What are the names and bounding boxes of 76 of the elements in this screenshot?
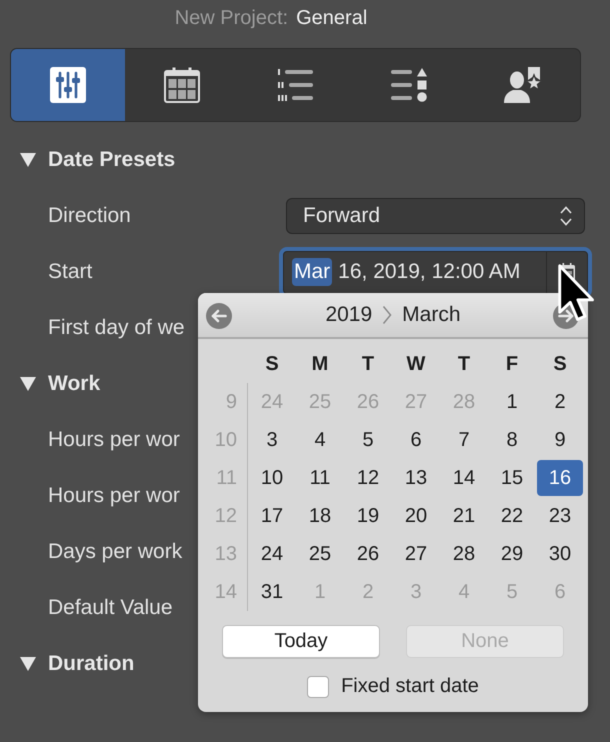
- calendar-day[interactable]: 17: [249, 498, 295, 534]
- list-shapes-icon: [390, 68, 428, 102]
- date-segment[interactable]: 16, 2019, 12:00 AM: [336, 258, 522, 286]
- week-number: 10: [214, 428, 237, 452]
- week-number: 12: [214, 504, 237, 528]
- year-label[interactable]: 2019: [325, 303, 372, 327]
- up-down-chevron-icon: [560, 206, 572, 226]
- calendar-day[interactable]: 18: [297, 498, 343, 534]
- calendar-day[interactable]: 27: [393, 536, 439, 572]
- chevron-right-icon: [382, 305, 392, 325]
- window-title: General: [296, 6, 368, 30]
- calendar-day[interactable]: 10: [249, 460, 295, 496]
- date-action-button[interactable]: Today: [222, 625, 380, 658]
- field-label: Default Value: [48, 596, 173, 620]
- calendar-day[interactable]: 3: [249, 422, 295, 458]
- disclosure-triangle-icon[interactable]: [20, 657, 36, 671]
- weekday-label: T: [456, 352, 472, 376]
- weekday-label: F: [504, 352, 520, 376]
- calendar-day[interactable]: 2: [537, 384, 583, 420]
- calendar-day[interactable]: 24: [249, 536, 295, 572]
- field-label: Start: [48, 260, 92, 284]
- calendar-icon: [164, 67, 200, 103]
- calendar-day[interactable]: 4: [297, 422, 343, 458]
- field-label: Days per work: [48, 540, 182, 564]
- checkbox-label: Fixed start date: [341, 675, 479, 698]
- calendar-day[interactable]: 22: [489, 498, 535, 534]
- numbered-list-icon: [277, 68, 314, 102]
- popup-button[interactable]: Forward: [286, 198, 585, 234]
- person-star-icon: [504, 67, 542, 103]
- calendar-day[interactable]: 30: [537, 536, 583, 572]
- calendar-day[interactable]: 15: [489, 460, 535, 496]
- sliders-icon: [50, 67, 86, 103]
- week-number: 13: [214, 542, 237, 566]
- calendar-day[interactable]: 25: [297, 536, 343, 572]
- disclosure-triangle-icon[interactable]: [20, 153, 36, 167]
- week-number: 14: [214, 580, 237, 604]
- calendar-day[interactable]: 14: [441, 460, 487, 496]
- calendar-day[interactable]: 23: [537, 498, 583, 534]
- month-label[interactable]: March: [402, 303, 461, 327]
- calendar-day[interactable]: 1: [489, 384, 535, 420]
- calendar-day[interactable]: 19: [345, 498, 391, 534]
- calendar-day[interactable]: 11: [297, 460, 343, 496]
- calendar-day[interactable]: 9: [537, 422, 583, 458]
- weekday-label: S: [552, 352, 568, 376]
- calendar-day[interactable]: 12: [345, 460, 391, 496]
- field-label: First day of we: [48, 316, 185, 340]
- calendar-day[interactable]: 31: [249, 574, 295, 610]
- window-title-prefix: New Project:: [174, 6, 288, 30]
- date-segment[interactable]: Mar: [292, 258, 332, 286]
- checkbox[interactable]: [307, 676, 330, 698]
- calendar-day[interactable]: 29: [489, 536, 535, 572]
- week-number: 11: [216, 466, 237, 490]
- section-title: Date Presets: [48, 148, 176, 172]
- field-label: Hours per wor: [48, 484, 180, 508]
- section-title: Work: [48, 372, 100, 396]
- calendar-day[interactable]: 8: [489, 422, 535, 458]
- week-number: 9: [226, 390, 237, 414]
- field-label: Direction: [48, 204, 131, 228]
- tab[interactable]: [11, 49, 125, 121]
- weekday-label: S: [264, 352, 280, 376]
- previous-month-icon[interactable]: [206, 303, 232, 329]
- field-label: Hours per wor: [48, 428, 180, 452]
- calendar-day[interactable]: 7: [441, 422, 487, 458]
- calendar-day[interactable]: 26: [345, 536, 391, 572]
- calendar-day[interactable]: 16: [537, 460, 583, 496]
- section-title: Duration: [48, 652, 134, 676]
- calendar-day[interactable]: 28: [441, 536, 487, 572]
- weekday-label: W: [406, 352, 426, 376]
- weekday-label: M: [310, 352, 330, 376]
- calendar-day[interactable]: 13: [393, 460, 439, 496]
- weekday-label: T: [360, 352, 376, 376]
- calendar-day[interactable]: 5: [345, 422, 391, 458]
- calendar-day[interactable]: 6: [393, 422, 439, 458]
- disclosure-triangle-icon[interactable]: [20, 377, 36, 391]
- calendar-day[interactable]: 20: [393, 498, 439, 534]
- calendar-day[interactable]: 21: [441, 498, 487, 534]
